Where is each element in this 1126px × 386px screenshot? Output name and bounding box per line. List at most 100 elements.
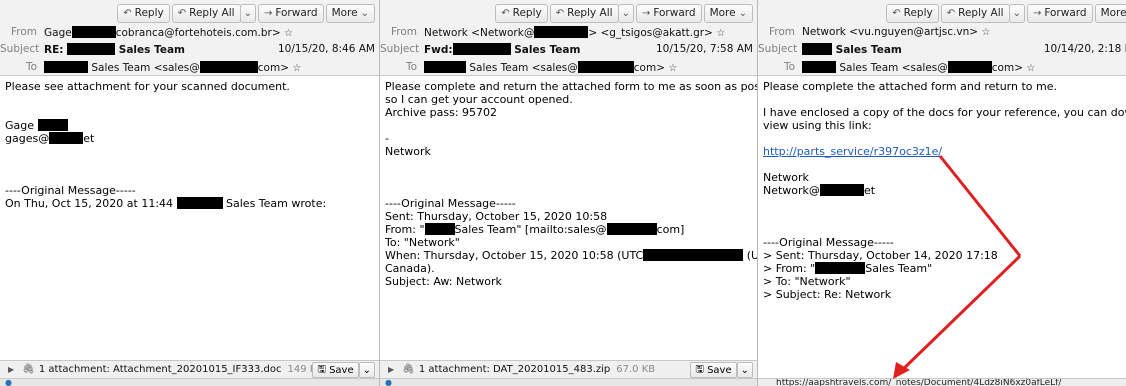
from-address[interactable]: > <g_tsigos@akatt.gr>	[588, 27, 713, 39]
redaction	[67, 43, 116, 55]
reply-all-button[interactable]: ↶ Reply All	[940, 3, 1010, 23]
message-header: ↶Reply ↶Reply All ⌄ →Forward More⌄ From …	[380, 0, 757, 76]
from-name[interactable]: Network <vu.nguyen@artjsc.vn>	[802, 26, 978, 38]
star-icon[interactable]: ☆	[292, 63, 301, 74]
save-button-group: 🖫 Save ⌄	[690, 362, 753, 378]
chevron-down-icon: ⌄	[1012, 7, 1021, 19]
forward-button[interactable]: → Forward	[1026, 3, 1093, 23]
subject-text: Sales Team	[118, 44, 185, 56]
save-dropdown[interactable]: ⌄	[358, 362, 375, 378]
star-icon[interactable]: ☆	[1026, 63, 1035, 74]
from-label: From	[768, 26, 795, 38]
forward-icon: →	[263, 7, 273, 19]
paperclip-icon: 🖇	[22, 364, 35, 375]
redaction	[44, 61, 88, 73]
star-icon[interactable]: ☆	[716, 28, 725, 39]
forward-button[interactable]: → Forward	[635, 3, 702, 23]
status-bar: ●	[0, 378, 379, 386]
paperclip-icon: 🖇	[402, 364, 415, 375]
activity-icon: ●	[5, 378, 12, 386]
message-toolbar: ↶Reply ↶Reply All ⌄ →Forward More⌄	[117, 3, 375, 23]
reply-icon: ↶	[892, 7, 901, 19]
from-label: From	[390, 26, 417, 38]
reply-all-button[interactable]: ↶ Reply All	[549, 3, 619, 23]
save-button-group: 🖫 Save ⌄	[312, 362, 375, 378]
message-body: Please complete the attached form and re…	[763, 80, 1126, 301]
hover-url: https://aapshtravels.com/_notes/Document…	[776, 378, 1062, 386]
attachment-size: 67.0 KB	[616, 364, 656, 375]
to-label: To	[783, 61, 795, 73]
reply-all-icon: ↶	[177, 7, 187, 19]
more-button[interactable]: More⌄	[1094, 3, 1126, 23]
reply-all-dropdown[interactable]: ⌄	[1008, 3, 1025, 23]
attachment-bar: ▶ 🖇 1 attachment: Attachment_20201015_IF…	[0, 360, 379, 378]
more-button[interactable]: More⌄	[703, 3, 753, 23]
to-address[interactable]: Sales Team <sales@	[469, 62, 577, 74]
reply-all-icon: ↶	[946, 7, 956, 19]
star-icon[interactable]: ☆	[668, 63, 677, 74]
email-panes: ↶ Reply ↶ Reply All ⌄ → Forward More ⌄ From …	[0, 0, 1126, 386]
attachment-name[interactable]: 1 attachment: DAT_20201015_483.zip	[419, 364, 610, 375]
reply-all-dropdown[interactable]: ⌄	[239, 3, 256, 23]
chevron-down-icon: ⌄	[360, 7, 369, 19]
chevron-down-icon: ⌄	[362, 364, 371, 376]
from-address[interactable]: cobranca@fortehoteis.com.br>	[116, 27, 281, 39]
to-label: To	[405, 61, 417, 73]
reply-button[interactable]: ↶ Reply	[886, 3, 939, 23]
subject-text: Sales Team	[835, 44, 902, 56]
to-row: To Sales Team <sales@ com> ☆	[0, 61, 379, 75]
reply-all-button[interactable]: ↶ Reply All	[171, 3, 241, 23]
forward-button[interactable]: → Forward	[257, 3, 324, 23]
from-row: From Gage cobranca@fortehoteis.com.br> ☆	[0, 26, 379, 40]
from-name[interactable]: Network <Network@	[424, 27, 534, 39]
attachment-bar: ▶ 🖇 1 attachment: DAT_20201015_483.zip 6…	[380, 360, 757, 378]
to-address[interactable]: Sales Team <sales@	[91, 62, 199, 74]
redaction	[577, 61, 634, 73]
subject-row: Subject Sales Team 10/14/20, 2:18 PM	[758, 43, 1126, 57]
message-body: Please see attachment for your scanned d…	[5, 80, 327, 210]
chevron-down-icon: ⌄	[621, 7, 630, 19]
expand-triangle-icon[interactable]: ▶	[8, 365, 14, 374]
to-row: To Sales Team <sales@ com> ☆	[758, 61, 1126, 75]
status-url-bar: https://aapshtravels.com/_notes/Document…	[758, 378, 1126, 386]
redaction	[452, 43, 511, 55]
star-icon[interactable]: ☆	[981, 27, 990, 38]
redaction	[424, 61, 466, 73]
chevron-down-icon: ⌄	[243, 7, 252, 19]
redaction	[947, 61, 992, 73]
reply-all-dropdown[interactable]: ⌄	[617, 3, 634, 23]
redaction	[802, 43, 832, 55]
phishing-link[interactable]: http://parts_service/r397oc3z1e/	[763, 145, 942, 158]
chevron-down-icon: ⌄	[738, 7, 747, 19]
reply-button[interactable]: ↶ Reply	[117, 3, 170, 23]
subject-text: Sales Team	[514, 44, 581, 56]
more-button[interactable]: More⌄	[325, 3, 375, 23]
attachment-name[interactable]: 1 attachment: Attachment_20201015_IF333.…	[39, 364, 282, 375]
expand-triangle-icon[interactable]: ▶	[388, 365, 394, 374]
message-date: 10/15/20, 7:58 AM	[656, 43, 753, 55]
redaction	[424, 223, 455, 235]
chevron-down-icon: ⌄	[740, 364, 749, 376]
to-address[interactable]: Sales Team <sales@	[839, 62, 947, 74]
redaction	[606, 223, 657, 235]
forward-icon: →	[641, 7, 651, 19]
redaction	[37, 119, 68, 131]
from-row: From Network <vu.nguyen@artjsc.vn> ☆	[758, 26, 1126, 40]
from-name[interactable]: Gage	[44, 27, 72, 39]
subject-prefix: Fwd:	[424, 44, 453, 56]
redaction	[199, 61, 258, 73]
status-bar: ●	[380, 378, 757, 386]
message-body: Please complete and return the attached …	[385, 80, 758, 288]
star-icon[interactable]: ☆	[284, 28, 293, 39]
redaction	[49, 132, 84, 144]
save-dropdown[interactable]: ⌄	[736, 362, 753, 378]
save-icon: 🖫	[695, 363, 704, 375]
reply-button[interactable]: ↶ Reply	[495, 3, 548, 23]
save-button[interactable]: 🖫 Save	[690, 362, 737, 378]
reply-icon: ↶	[123, 7, 132, 19]
redaction	[802, 61, 836, 73]
save-button[interactable]: 🖫 Save	[312, 362, 359, 378]
to-row: To Sales Team <sales@ com> ☆	[380, 61, 757, 75]
message-date: 10/15/20, 8:46 AM	[278, 43, 375, 55]
save-icon: 🖫	[317, 363, 326, 375]
